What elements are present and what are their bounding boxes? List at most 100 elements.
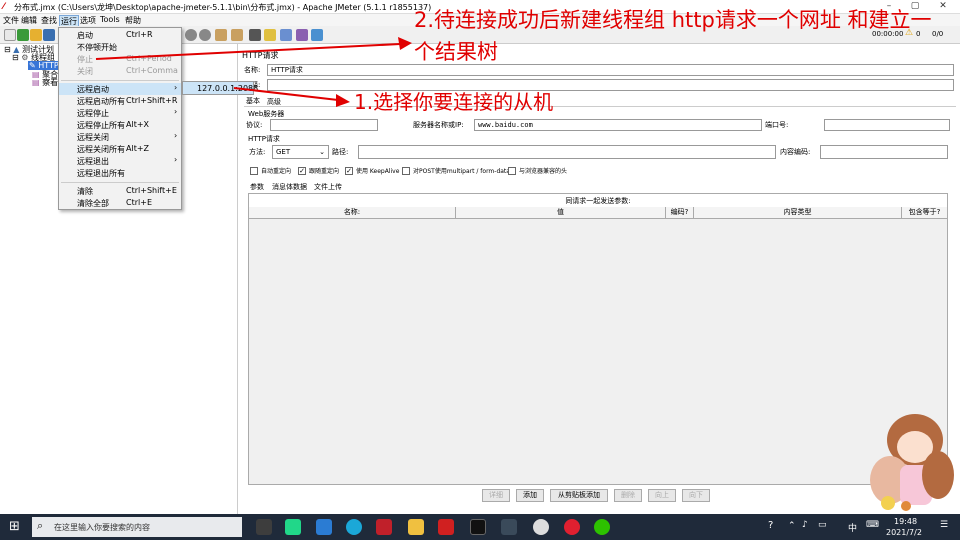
function-helper-icon[interactable] (280, 29, 292, 41)
menu-item-remote-start[interactable]: 远程启动 › (59, 83, 181, 95)
encoding-input[interactable] (820, 145, 948, 159)
col-include[interactable]: 包含等于? (902, 207, 947, 219)
music-icon[interactable] (564, 519, 580, 535)
down-button[interactable]: 向下 (682, 489, 710, 502)
subtab-body[interactable]: 消息体数据 (272, 182, 307, 192)
menu-file[interactable]: 文件 (2, 15, 20, 26)
server-input[interactable]: www.baidu.com (474, 119, 762, 131)
chevron-right-icon: › (174, 83, 178, 92)
menu-item-remote-exit[interactable]: 远程退出 › (59, 155, 181, 167)
remote-host-submenu[interactable]: 127.0.0.1:2088 (182, 81, 258, 95)
taskbar-search[interactable]: ⌕ 在这里输入你要搜索的内容 (32, 517, 242, 537)
app-red-icon[interactable] (438, 519, 454, 535)
port-input[interactable] (824, 119, 950, 131)
method-select[interactable]: GET ⌄ (272, 145, 329, 159)
clock-date[interactable]: 2021/7/2 (886, 528, 922, 537)
up-button[interactable]: 向上 (648, 489, 676, 502)
notification-icon[interactable]: ☰ (940, 520, 948, 530)
remote-host-item[interactable]: 127.0.0.1:2088 (197, 84, 258, 93)
pycharm-icon[interactable] (285, 519, 301, 535)
checkbox-keepalive[interactable]: ✓ 使用 KeepAlive (345, 166, 399, 175)
name-input[interactable]: HTTP请求 (267, 64, 954, 76)
toggle-icon[interactable]: ⊟ (12, 53, 19, 62)
tab-basic[interactable]: 基本 (246, 96, 260, 106)
checkbox-multipart[interactable]: 对POST使用multipart / form-data (402, 166, 510, 175)
help-icon[interactable] (296, 29, 308, 41)
menu-item-remote-start-all[interactable]: 远程启动所有 Ctrl+Shift+R (59, 95, 181, 107)
run-menu: 启动 Ctrl+R 不停顿开始 停止 Ctrl+Period 关闭 Ctrl+Comm… (58, 27, 182, 210)
edge-icon[interactable] (346, 519, 362, 535)
menu-options[interactable]: 选项 (79, 15, 97, 26)
menu-separator (61, 80, 179, 81)
checkbox-redirect-auto[interactable]: 自动重定向 (250, 166, 291, 175)
clock-time[interactable]: 19:48 (894, 517, 917, 526)
check-icon[interactable]: ✓ (298, 166, 306, 175)
menu-item-remote-shutdown-all[interactable]: 远程关闭所有 Alt+Z (59, 143, 181, 155)
menu-item-clear[interactable]: 清除 Ctrl+Shift+E (59, 185, 181, 197)
subtab-params[interactable]: 参数 (250, 182, 264, 192)
menu-item-shutdown[interactable]: 关闭 Ctrl+Comma (59, 65, 181, 77)
help-icon[interactable]: ? (768, 520, 773, 531)
templates-icon[interactable] (17, 29, 29, 41)
menu-item-remote-stop-all[interactable]: 远程停止所有 Alt+X (59, 119, 181, 131)
new-icon[interactable] (4, 29, 16, 41)
clear-icon[interactable] (215, 29, 227, 41)
menu-help[interactable]: 帮助 (124, 15, 142, 26)
path-label: 路径: (332, 148, 349, 156)
subtab-files[interactable]: 文件上传 (314, 182, 342, 192)
delete-button[interactable]: 删除 (614, 489, 642, 502)
chrome-icon[interactable] (533, 519, 549, 535)
path-input[interactable] (358, 145, 776, 159)
checkbox-box[interactable] (402, 166, 410, 175)
col-type[interactable]: 内容类型 (694, 207, 902, 219)
check-icon[interactable]: ✓ (345, 166, 353, 175)
network-icon[interactable]: ▭ (818, 520, 827, 530)
menu-tools[interactable]: Tools (99, 15, 121, 24)
webstorm-icon[interactable] (256, 519, 272, 535)
protocol-input[interactable] (270, 119, 378, 131)
menu-item-remote-stop[interactable]: 远程停止 › (59, 107, 181, 119)
terminal-icon[interactable] (470, 519, 486, 535)
shutdown-icon[interactable] (199, 29, 211, 41)
open-icon[interactable] (30, 29, 42, 41)
file-explorer-icon[interactable] (408, 519, 424, 535)
table-body[interactable] (249, 219, 947, 484)
windows-start-icon[interactable]: ⊞ (9, 519, 20, 534)
clear-all-icon[interactable] (231, 29, 243, 41)
checkbox-browser-headers[interactable]: 与浏览器兼容的头 (508, 166, 567, 175)
detail-button[interactable]: 详细 (482, 489, 510, 502)
menu-item-remote-exit-all[interactable]: 远程退出所有 (59, 167, 181, 179)
search-icon[interactable] (249, 29, 261, 41)
menu-item-stop[interactable]: 停止 Ctrl+Period (59, 53, 181, 65)
menu-search[interactable]: 查找 (40, 15, 58, 26)
remote-icon[interactable] (311, 29, 323, 41)
add-button[interactable]: 添加 (516, 489, 544, 502)
ime-indicator[interactable]: 中 (848, 521, 857, 534)
close-button[interactable]: ✕ (932, 1, 954, 13)
menu-item-remote-shutdown[interactable]: 远程关闭 › (59, 131, 181, 143)
reset-search-icon[interactable] (264, 29, 276, 41)
checkbox-box[interactable] (250, 166, 258, 175)
save-icon[interactable] (43, 29, 55, 41)
toggle-icon[interactable]: ⊟ (4, 45, 11, 54)
menu-edit[interactable]: 编辑 (20, 15, 38, 26)
chevron-up-icon[interactable]: ⌃ (788, 521, 796, 531)
checkbox-follow-redirect[interactable]: ✓ 跟随重定向 (298, 166, 339, 175)
keyboard-icon[interactable]: ⌨ (866, 520, 879, 530)
menu-item-start[interactable]: 启动 Ctrl+R (59, 29, 181, 41)
taskbar: ⊞ ⌕ 在这里输入你要搜索的内容 ? ⌃ ♪ ▭ 中 ⌨ 19:48 2021/… (0, 514, 960, 540)
method-label: 方法: (249, 148, 266, 156)
checkbox-box[interactable] (508, 166, 516, 175)
jmeter-icon[interactable] (501, 519, 517, 535)
stop-icon[interactable] (185, 29, 197, 41)
col-encode[interactable]: 编码? (666, 207, 694, 219)
volume-icon[interactable]: ♪ (802, 520, 808, 530)
bug-icon[interactable] (376, 519, 392, 535)
col-name[interactable]: 名称: (249, 207, 456, 219)
paste-button[interactable]: 从剪贴板添加 (550, 489, 608, 502)
menu-item-clear-all[interactable]: 清除全部 Ctrl+E (59, 197, 181, 209)
vscode-icon[interactable] (316, 519, 332, 535)
wechat-icon[interactable] (594, 519, 610, 535)
menu-item-start-no-pause[interactable]: 不停顿开始 (59, 41, 181, 53)
col-value[interactable]: 值 (456, 207, 666, 219)
